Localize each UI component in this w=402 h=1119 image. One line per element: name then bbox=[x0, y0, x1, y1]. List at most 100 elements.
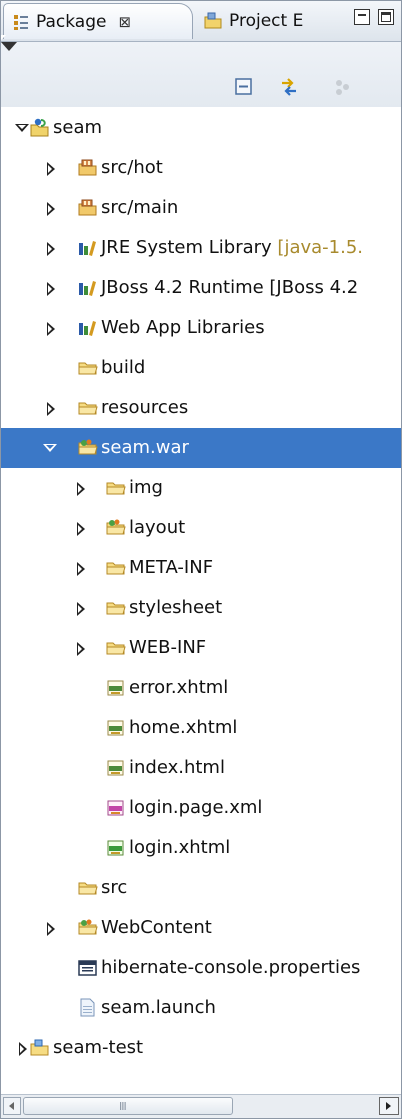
folder-icon bbox=[106, 482, 126, 495]
tree-row[interactable]: error.xhtml bbox=[1, 668, 401, 708]
tree-row[interactable]: META-INF bbox=[1, 548, 401, 588]
tree-row[interactable]: src/main bbox=[1, 188, 401, 228]
tree-row[interactable]: stylesheet bbox=[1, 588, 401, 628]
tree-item-name: src/main bbox=[101, 197, 179, 218]
tree-row[interactable]: login.page.xml bbox=[1, 788, 401, 828]
tab-project-explorer[interactable]: Project E bbox=[195, 3, 341, 39]
tree-item-name: index.html bbox=[129, 757, 225, 778]
tree-row[interactable]: img bbox=[1, 468, 401, 508]
tree-item-name: hibernate-console.properties bbox=[101, 957, 361, 978]
tree-item-label: login.xhtml bbox=[129, 828, 230, 868]
tree-item-label: build bbox=[101, 348, 145, 388]
collapse-all-icon[interactable] bbox=[233, 76, 255, 98]
html-file-icon bbox=[107, 720, 124, 736]
folder-icon bbox=[106, 602, 126, 615]
tree-row[interactable]: Web App Libraries bbox=[1, 308, 401, 348]
view-menu-icon[interactable] bbox=[1, 42, 17, 51]
tree-item-decoration: [java-1.5. bbox=[271, 237, 364, 258]
horizontal-scrollbar[interactable] bbox=[1, 1094, 401, 1118]
collapsed-arrow-icon[interactable] bbox=[77, 522, 85, 536]
collapsed-arrow-icon[interactable] bbox=[77, 562, 85, 576]
source-folder-icon bbox=[78, 159, 97, 176]
web-folder-icon bbox=[78, 919, 98, 935]
tree-item-name: WebContent bbox=[101, 917, 212, 938]
collapsed-arrow-icon[interactable] bbox=[47, 322, 55, 336]
tree-item-label: layout bbox=[129, 508, 185, 548]
tree-item-name: META-INF bbox=[129, 557, 214, 578]
view-tab-bar: Package ⊠ Project E bbox=[1, 1, 401, 42]
tree-row[interactable]: src bbox=[1, 868, 401, 908]
tree-row[interactable]: layout bbox=[1, 508, 401, 548]
tree-item-label: login.page.xml bbox=[129, 788, 262, 828]
collapsed-arrow-icon[interactable] bbox=[47, 202, 55, 216]
text-file-icon bbox=[80, 998, 95, 1017]
tree-item-label: seam.launch bbox=[101, 988, 216, 1028]
tree-row[interactable]: build bbox=[1, 348, 401, 388]
tree-item-label: img bbox=[129, 468, 163, 508]
tab-package-explorer[interactable]: Package ⊠ bbox=[3, 3, 193, 39]
link-with-editor-icon[interactable] bbox=[278, 76, 300, 98]
library-icon bbox=[79, 321, 96, 336]
collapsed-arrow-icon[interactable] bbox=[77, 642, 85, 656]
scroll-left-arrow-icon[interactable] bbox=[3, 1097, 21, 1115]
tree-row[interactable]: index.html bbox=[1, 748, 401, 788]
tree-row[interactable]: login.xhtml bbox=[1, 828, 401, 868]
project-tree: seam src/hot src/main JRE System Library [j… bbox=[1, 108, 401, 1088]
folder-icon bbox=[78, 882, 98, 895]
tab-package-label: Package bbox=[36, 11, 107, 32]
tree-item-label: JRE System Library [java-1.5. bbox=[101, 228, 363, 268]
tree-item-name: src bbox=[101, 877, 128, 898]
html-file-icon bbox=[107, 760, 124, 776]
folder-icon bbox=[78, 362, 98, 375]
tree-row[interactable]: JRE System Library [java-1.5. bbox=[1, 228, 401, 268]
tree-item-name: WEB-INF bbox=[129, 637, 207, 658]
library-icon bbox=[79, 241, 96, 256]
expanded-arrow-icon[interactable] bbox=[15, 124, 29, 132]
tree-item-name: JBoss 4.2 Runtime [JBoss 4.2 bbox=[101, 277, 359, 298]
package-explorer-view: Package ⊠ Project E seam src/hot src/mai… bbox=[0, 0, 402, 1119]
collapsed-arrow-icon[interactable] bbox=[19, 1042, 27, 1056]
html-file-icon bbox=[107, 680, 124, 696]
collapsed-arrow-icon[interactable] bbox=[47, 242, 55, 256]
collapsed-arrow-icon[interactable] bbox=[47, 282, 55, 296]
tree-item-label: hibernate-console.properties bbox=[101, 948, 360, 988]
tree-item-label: home.xhtml bbox=[129, 708, 237, 748]
scroll-right-arrow-icon[interactable] bbox=[379, 1097, 399, 1115]
tree-item-name: home.xhtml bbox=[129, 717, 238, 738]
folder-icon bbox=[106, 562, 126, 575]
scroll-thumb[interactable] bbox=[23, 1097, 233, 1115]
tree-item-label: resources bbox=[101, 388, 188, 428]
tab-project-label: Project E bbox=[229, 11, 304, 31]
expanded-arrow-icon[interactable] bbox=[43, 444, 57, 452]
folder-icon bbox=[78, 402, 98, 415]
tree-row[interactable]: WebContent bbox=[1, 908, 401, 948]
tree-row[interactable]: seam.launch bbox=[1, 988, 401, 1028]
tree-row[interactable]: JBoss 4.2 Runtime [JBoss 4.2 bbox=[1, 268, 401, 308]
collapsed-arrow-icon[interactable] bbox=[77, 602, 85, 616]
tree-row[interactable]: src/hot bbox=[1, 148, 401, 188]
collapsed-arrow-icon[interactable] bbox=[77, 482, 85, 496]
tree-row[interactable]: home.xhtml bbox=[1, 708, 401, 748]
close-tab-icon[interactable]: ⊠ bbox=[118, 13, 131, 31]
focus-icon[interactable] bbox=[331, 76, 353, 98]
tree-item-label: seam bbox=[53, 108, 102, 148]
tree-item-name: seam-test bbox=[53, 1037, 144, 1058]
tree-row[interactable]: resources bbox=[1, 388, 401, 428]
tree-row[interactable]: seam bbox=[1, 108, 401, 148]
tree-item-label: index.html bbox=[129, 748, 225, 788]
tree-item-label: src/hot bbox=[101, 148, 163, 188]
collapsed-arrow-icon[interactable] bbox=[47, 922, 55, 936]
tree-row[interactable]: WEB-INF bbox=[1, 628, 401, 668]
tree-row[interactable]: seam.war bbox=[1, 428, 401, 468]
tree-item-name: Web App Libraries bbox=[101, 317, 265, 338]
tree-item-label: seam-test bbox=[53, 1028, 143, 1068]
minimize-icon[interactable] bbox=[354, 9, 370, 25]
collapsed-arrow-icon[interactable] bbox=[47, 402, 55, 416]
tree-item-label: src bbox=[101, 868, 127, 908]
tree-row[interactable]: seam-test bbox=[1, 1028, 401, 1068]
tree-item-label: src/main bbox=[101, 188, 178, 228]
maximize-icon[interactable] bbox=[378, 9, 394, 25]
collapsed-arrow-icon[interactable] bbox=[47, 162, 55, 176]
tree-row[interactable]: hibernate-console.properties bbox=[1, 948, 401, 988]
tree-item-label: WEB-INF bbox=[129, 628, 206, 668]
